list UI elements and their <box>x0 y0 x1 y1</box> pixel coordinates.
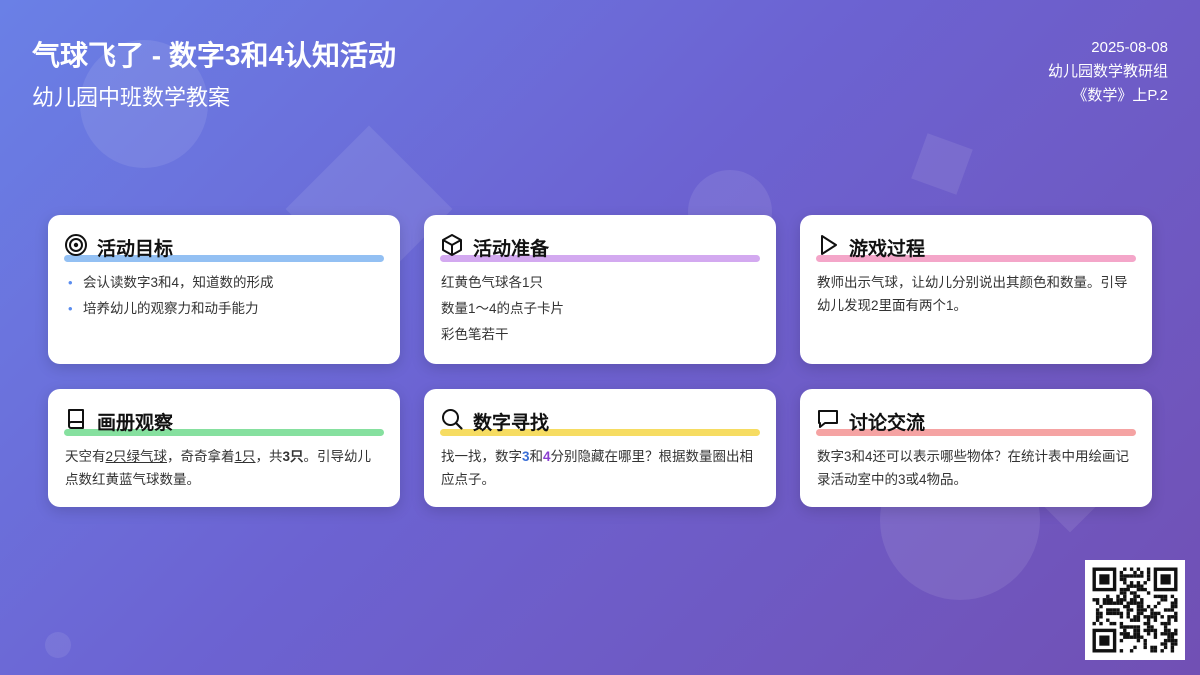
page-title: 气球飞了 - 数字3和4认知活动 <box>32 40 397 71</box>
highlight-segment: 1只 <box>234 449 256 464</box>
qr-code <box>1085 560 1185 660</box>
card-observe-text: 天空有2只绿气球，奇奇拿着1只，共3只。引导幼儿点数红黄蓝气球数量。 <box>65 445 383 491</box>
meta-date: 2025-08-08 <box>1091 39 1168 56</box>
card-find: 数字寻找 找一找，数字3和4分别隐藏在哪里？根据数量圈出相应点子。 <box>424 389 776 507</box>
play-icon <box>821 235 837 255</box>
meta-ref: 《数学》上P.2 <box>1072 87 1168 104</box>
text-segment: 天空有 <box>65 449 106 464</box>
number-4-highlight: 4 <box>543 449 551 464</box>
text-segment: 找一找，数字 <box>441 449 522 464</box>
card-goals-title: 活动目标 <box>97 239 174 260</box>
list-item: 数量1～4的点子卡片 <box>441 301 565 316</box>
qr-code-image <box>1092 567 1178 653</box>
card-process: 游戏过程 教师出示气球，让幼儿分别说出其颜色和数量。引导幼儿发现2里面有两个1。 <box>800 215 1152 364</box>
number-3-highlight: 3 <box>522 449 530 464</box>
card-discuss-text: 数字3和4还可以表示哪些物体？在统计表中用绘画记录活动室中的3或4物品。 <box>817 449 1130 487</box>
highlight-segment: 2只绿气球 <box>105 449 168 464</box>
card-prep-title: 活动准备 <box>473 239 550 260</box>
text-segment: 和 <box>529 449 544 464</box>
card-observe: 画册观察 天空有2只绿气球，奇奇拿着1只，共3只。引导幼儿点数红黄蓝气球数量。 <box>48 389 400 507</box>
text-segment: ，奇奇拿着 <box>167 449 235 464</box>
highlight-segment: 3只 <box>282 449 304 464</box>
search-icon <box>442 409 463 430</box>
card-find-text: 找一找，数字3和4分别隐藏在哪里？根据数量圈出相应点子。 <box>441 445 759 491</box>
card-find-title: 数字寻找 <box>473 413 550 434</box>
chat-icon <box>818 410 838 428</box>
text-segment: ，共 <box>255 449 283 464</box>
target-icon <box>65 234 87 256</box>
meta-group: 幼儿园数学教研组 <box>1047 63 1168 80</box>
card-discuss-title: 讨论交流 <box>849 413 926 434</box>
card-discuss: 讨论交流 数字3和4还可以表示哪些物体？在统计表中用绘画记录活动室中的3或4物品… <box>800 389 1152 507</box>
list-item: 彩色笔若干 <box>441 327 509 342</box>
card-process-text: 教师出示气球，让幼儿分别说出其颜色和数量。引导幼儿发现2里面有两个1。 <box>817 275 1128 313</box>
card-observe-title: 画册观察 <box>97 413 174 434</box>
meta-info: 2025-08-08 幼儿园数学教研组 《数学》上P.2 <box>1048 36 1168 108</box>
card-process-title: 游戏过程 <box>849 239 926 260</box>
list-item: 会认读数字3和4，知道数的形成 <box>65 271 383 294</box>
cube-icon <box>442 234 462 256</box>
list-item: 培养幼儿的观察力和动手能力 <box>65 297 383 320</box>
list-item: 红黄色气球各1只 <box>441 275 544 290</box>
page-subtitle: 幼儿园中班数学教案 <box>32 85 231 110</box>
card-goals: 活动目标 会认读数字3和4，知道数的形成 培养幼儿的观察力和动手能力 <box>48 215 400 364</box>
book-icon <box>68 409 84 429</box>
card-prep: 活动准备 红黄色气球各1只 数量1～4的点子卡片 彩色笔若干 <box>424 215 776 364</box>
